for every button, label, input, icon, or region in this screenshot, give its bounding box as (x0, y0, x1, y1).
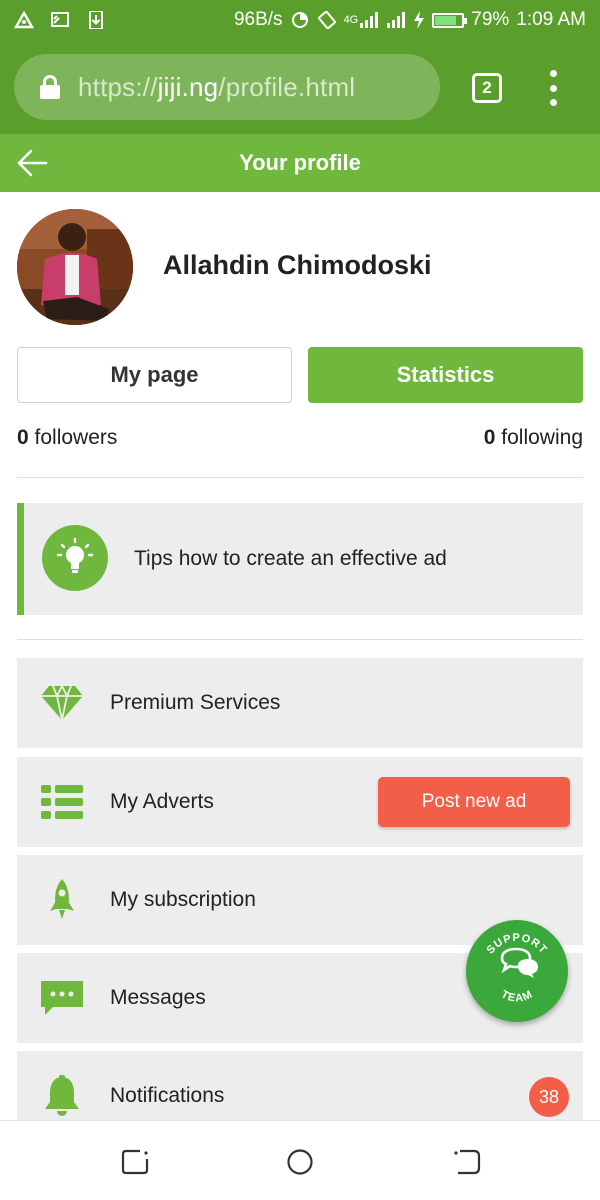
page-header: Your profile (0, 134, 600, 192)
divider (17, 639, 583, 640)
charging-bolt-icon (414, 11, 425, 29)
bell-icon (45, 1075, 79, 1116)
tab-switcher-button[interactable]: 2 (472, 73, 502, 103)
menu-item-notifications[interactable]: Notifications 38 (17, 1051, 583, 1121)
rocket-icon (50, 879, 74, 919)
home-icon[interactable] (285, 1147, 315, 1177)
statistics-button[interactable]: Statistics (308, 347, 583, 403)
battery-percent: 79% (471, 9, 510, 30)
signal-icon (360, 12, 379, 28)
divider (17, 477, 583, 478)
back-icon[interactable] (452, 1147, 482, 1177)
followers-count: 0 (17, 426, 29, 449)
clock: 1:09 AM (516, 9, 586, 30)
follow-stats: 0 followers 0 following (17, 426, 583, 450)
url-scheme: https:// (78, 71, 158, 102)
svg-text:TEAM: TEAM (499, 988, 535, 1004)
url-bar[interactable]: https://jiji.ng/profile.html (14, 54, 440, 120)
following-count: 0 (483, 426, 496, 449)
overflow-menu-icon[interactable] (546, 70, 560, 106)
status-bar: 96B/s 4G 79% 1:09 AM (0, 0, 600, 40)
support-chat-icon: SUPPORT TEAM (484, 932, 549, 1005)
following-stat[interactable]: 0 following (484, 426, 583, 450)
menu-item-label: My subscription (110, 888, 256, 911)
recent-apps-icon[interactable] (120, 1147, 150, 1177)
lightbulb-icon (42, 525, 108, 591)
diamond-icon (41, 683, 83, 721)
browser-toolbar: https://jiji.ng/profile.html 2 (0, 40, 600, 134)
followers-label: followers (34, 426, 118, 449)
menu-item-my-adverts[interactable]: My Adverts Post new ad (17, 757, 583, 847)
followers-stat[interactable]: 0 followers (17, 426, 117, 450)
avatar[interactable] (17, 209, 133, 325)
lock-icon (40, 75, 60, 99)
status-right-icons: 96B/s 4G 79% 1:09 AM (234, 9, 586, 31)
support-team-button[interactable]: SUPPORT TEAM (466, 920, 568, 1022)
rotate-icon (317, 11, 336, 29)
profile-name: Allahdin Chimodoski (163, 250, 432, 280)
menu-item-label: Premium Services (110, 691, 281, 714)
avatar-photo (17, 209, 133, 325)
system-nav-bar (0, 1120, 600, 1200)
my-page-button[interactable]: My page (17, 347, 292, 403)
url-host: jiji.ng (157, 71, 219, 102)
download-icon (89, 11, 103, 29)
cast-icon (51, 12, 69, 27)
support-bottom-text: TEAM (499, 988, 534, 1004)
tips-text: Tips how to create an effective ad (134, 547, 447, 570)
menu-item-label: My Adverts (110, 790, 214, 813)
url-text: https://jiji.ng/profile.html (78, 72, 355, 103)
post-new-ad-button[interactable]: Post new ad (378, 777, 570, 827)
network-type: 4G (343, 14, 359, 26)
tips-banner[interactable]: Tips how to create an effective ad (17, 503, 583, 615)
network-speed: 96B/s (233, 9, 283, 30)
following-label: following (501, 426, 583, 449)
page-title: Your profile (239, 150, 361, 175)
notifications-badge: 38 (529, 1077, 569, 1117)
data-saver-icon (291, 12, 308, 28)
status-left-icons (14, 11, 106, 29)
menu-item-premium-services[interactable]: Premium Services (17, 658, 583, 748)
battery-icon (432, 12, 468, 28)
menu-item-label: Messages (110, 986, 206, 1009)
svg-text:SUPPORT: SUPPORT (484, 932, 549, 956)
support-top-text: SUPPORT (484, 932, 548, 956)
warning-triangle-icon (14, 11, 34, 29)
list-icon (41, 785, 83, 819)
chat-icon (41, 981, 83, 1015)
url-path: /profile.html (218, 71, 356, 102)
signal-2-icon (387, 12, 406, 28)
battery-fill (435, 15, 456, 25)
